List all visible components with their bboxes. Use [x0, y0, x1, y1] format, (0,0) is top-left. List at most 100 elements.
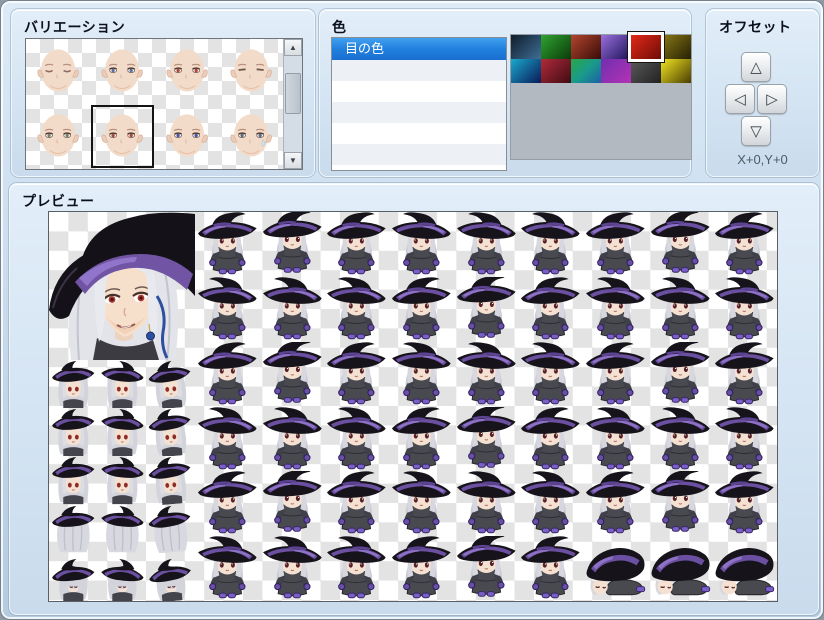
sprite-cell — [712, 342, 777, 407]
variation-face-option[interactable] — [155, 104, 219, 169]
color-panel: 色 目の色 — [319, 9, 691, 177]
sprite-cell — [648, 212, 713, 277]
palette-swatch[interactable] — [541, 59, 571, 83]
variation-face-option-selected[interactable] — [90, 104, 154, 169]
sprite-cell — [648, 342, 713, 407]
variation-face-option[interactable] — [155, 39, 219, 104]
offset-down-button[interactable]: ▽ — [741, 116, 771, 146]
palette-swatch[interactable] — [601, 59, 631, 83]
down-triangle-icon: ▽ — [750, 122, 762, 140]
variation-list-frame: ▲ ▼ — [25, 38, 303, 170]
color-list-item-selected[interactable]: 目の色 — [332, 38, 506, 60]
sprite-cell — [648, 536, 713, 601]
palette-swatch[interactable] — [511, 59, 541, 83]
palette-swatch[interactable] — [511, 35, 541, 59]
sprite-cell — [583, 407, 648, 472]
variation-panel: バリエーション — [11, 9, 315, 177]
palette-swatch[interactable] — [631, 59, 661, 83]
preview-face-cell — [146, 505, 195, 553]
scroll-down-button[interactable]: ▼ — [284, 152, 302, 169]
up-triangle-icon: △ — [750, 58, 762, 76]
sprite-cell — [518, 342, 583, 407]
sprite-cell — [195, 471, 260, 536]
sprite-cell — [389, 212, 454, 277]
sprite-cell — [195, 277, 260, 342]
palette-swatch[interactable] — [661, 59, 691, 83]
palette-swatch[interactable] — [541, 35, 571, 59]
offset-status: X+0,Y+0 — [707, 152, 818, 167]
sprite-cell — [324, 277, 389, 342]
sprite-cell — [454, 212, 519, 277]
scrollbar-track[interactable] — [284, 56, 302, 152]
offset-panel: オフセット △ ◁ ▷ ▽ X+0,Y+0 — [706, 9, 819, 177]
scrollbar-thumb[interactable] — [285, 73, 301, 113]
preview-face-cell — [146, 456, 195, 504]
preview-face-cell — [98, 408, 147, 456]
preview-title: プレビュー — [22, 191, 95, 211]
palette-swatch[interactable] — [571, 35, 601, 59]
preview-face-cell — [146, 360, 195, 408]
color-list-item[interactable] — [332, 81, 506, 102]
variation-face-option[interactable] — [90, 39, 154, 104]
sprite-cell — [454, 471, 519, 536]
color-list-item[interactable] — [332, 60, 506, 81]
offset-left-button[interactable]: ◁ — [725, 84, 755, 114]
sprite-cell — [389, 536, 454, 601]
color-list-item[interactable] — [332, 123, 506, 144]
sprite-cell — [195, 407, 260, 472]
preview-face-cell — [98, 505, 147, 553]
palette-swatch-selected[interactable] — [631, 35, 661, 59]
sprite-cell — [260, 471, 325, 536]
preview-face-cell — [49, 505, 98, 553]
sprite-cell — [712, 277, 777, 342]
variation-face-option[interactable] — [219, 104, 283, 169]
sprite-cell — [260, 407, 325, 472]
sprite-cell — [583, 277, 648, 342]
sprite-cell — [454, 536, 519, 601]
preview-face-cell — [98, 360, 147, 408]
sprite-cell — [454, 342, 519, 407]
offset-up-button[interactable]: △ — [741, 52, 771, 82]
scroll-down-icon: ▼ — [289, 156, 297, 165]
sprite-cell — [648, 471, 713, 536]
variation-scrollbar[interactable]: ▲ ▼ — [283, 39, 302, 169]
color-attribute-list: 目の色 — [331, 37, 507, 171]
sprite-cell — [518, 471, 583, 536]
sprite-cell — [518, 277, 583, 342]
preview-face-grid — [49, 360, 195, 601]
sprite-cell — [324, 407, 389, 472]
palette-swatch[interactable] — [661, 35, 691, 59]
preview-face-cell — [49, 360, 98, 408]
sprite-cell — [324, 212, 389, 277]
sprite-cell — [518, 212, 583, 277]
color-list-item[interactable] — [332, 102, 506, 123]
offset-title: オフセット — [719, 17, 792, 37]
sprite-cell — [195, 342, 260, 407]
sprite-cell — [583, 212, 648, 277]
palette-swatch[interactable] — [571, 59, 601, 83]
sprite-cell — [648, 277, 713, 342]
variation-face-option[interactable] — [26, 39, 90, 104]
sprite-cell — [712, 536, 777, 601]
sprite-cell — [260, 212, 325, 277]
variation-face-option[interactable] — [26, 104, 90, 169]
variation-grid — [26, 39, 283, 169]
sprite-cell — [712, 407, 777, 472]
preview-face-cell — [49, 408, 98, 456]
sprite-cell — [324, 342, 389, 407]
sprite-cell — [518, 407, 583, 472]
sprite-cell — [389, 277, 454, 342]
sprite-cell — [712, 471, 777, 536]
preview-left-column — [49, 212, 195, 601]
preview-sprite-grid — [195, 212, 777, 601]
sprite-cell — [583, 342, 648, 407]
palette-swatch[interactable] — [601, 35, 631, 59]
offset-right-button[interactable]: ▷ — [757, 84, 787, 114]
right-triangle-icon: ▷ — [766, 90, 778, 108]
preview-face-cell — [146, 553, 195, 601]
sprite-cell — [389, 342, 454, 407]
sprite-cell — [518, 536, 583, 601]
scroll-up-button[interactable]: ▲ — [284, 39, 302, 56]
variation-face-option[interactable] — [219, 39, 283, 104]
color-list-item[interactable] — [332, 144, 506, 165]
